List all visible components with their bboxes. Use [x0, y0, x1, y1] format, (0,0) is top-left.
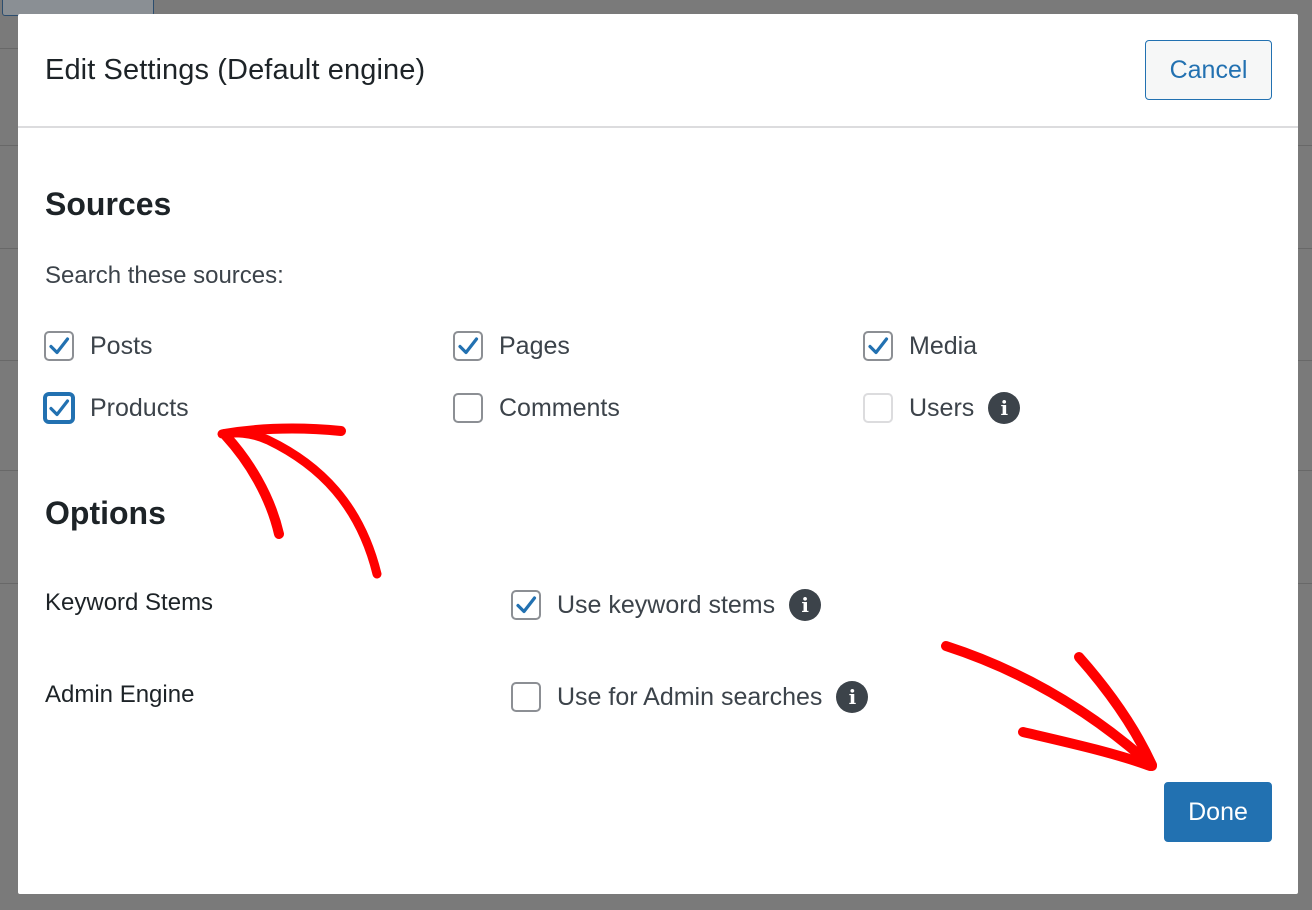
info-icon[interactable]: i — [836, 681, 869, 713]
check-icon — [516, 596, 537, 614]
check-icon — [49, 337, 70, 355]
source-option-pages[interactable]: Pages — [453, 329, 570, 363]
comments-checkbox[interactable] — [453, 393, 483, 423]
admin-searches-checkbox-label: Use for Admin searches — [557, 682, 823, 711]
background-divider — [1298, 360, 1312, 361]
modal-title: Edit Settings (Default engine) — [45, 54, 426, 86]
products-checkbox[interactable] — [44, 393, 74, 423]
background-divider — [1298, 248, 1312, 249]
check-icon — [868, 337, 889, 355]
info-icon[interactable]: i — [789, 589, 822, 621]
background-divider — [1298, 145, 1312, 146]
posts-checkbox[interactable] — [44, 331, 74, 361]
source-option-comments[interactable]: Comments — [453, 391, 620, 425]
admin-engine-label: Admin Engine — [45, 681, 195, 708]
cancel-button[interactable]: Cancel — [1145, 40, 1272, 100]
background-divider — [1298, 583, 1312, 584]
check-icon — [49, 399, 70, 417]
media-checkbox[interactable] — [863, 331, 893, 361]
background-divider — [0, 48, 18, 49]
keyword-stems-checkbox-label: Use keyword stems — [557, 590, 776, 619]
users-label: Users — [909, 393, 975, 422]
admin-searches-checkbox[interactable] — [511, 682, 541, 712]
info-icon[interactable]: i — [988, 392, 1021, 424]
source-option-users[interactable]: Users i — [863, 391, 1021, 425]
background-divider — [0, 470, 18, 471]
source-option-media[interactable]: Media — [863, 329, 977, 363]
pages-checkbox[interactable] — [453, 331, 483, 361]
done-button[interactable]: Done — [1164, 782, 1272, 842]
modal-header: Edit Settings (Default engine) Cancel — [18, 14, 1298, 128]
source-option-posts[interactable]: Posts — [44, 329, 153, 363]
pages-label: Pages — [499, 331, 570, 360]
keyword-stems-option[interactable]: Use keyword stems i — [511, 588, 822, 622]
products-label: Products — [90, 393, 189, 422]
edit-settings-modal: Edit Settings (Default engine) Cancel So… — [18, 14, 1298, 894]
admin-searches-option[interactable]: Use for Admin searches i — [511, 680, 869, 714]
posts-label: Posts — [90, 331, 153, 360]
users-checkbox[interactable] — [863, 393, 893, 423]
background-divider — [0, 583, 18, 584]
background-divider — [1298, 470, 1312, 471]
keyword-stems-checkbox[interactable] — [511, 590, 541, 620]
keyword-stems-label: Keyword Stems — [45, 589, 214, 616]
media-label: Media — [909, 331, 978, 360]
sources-heading: Sources — [45, 186, 172, 222]
comments-label: Comments — [499, 393, 620, 422]
source-option-products[interactable]: Products — [44, 391, 189, 425]
background-divider — [0, 248, 18, 249]
background-divider — [0, 360, 18, 361]
check-icon — [458, 337, 479, 355]
sources-subtext: Search these sources: — [45, 262, 284, 289]
background-divider — [0, 145, 18, 146]
options-heading: Options — [45, 495, 166, 531]
